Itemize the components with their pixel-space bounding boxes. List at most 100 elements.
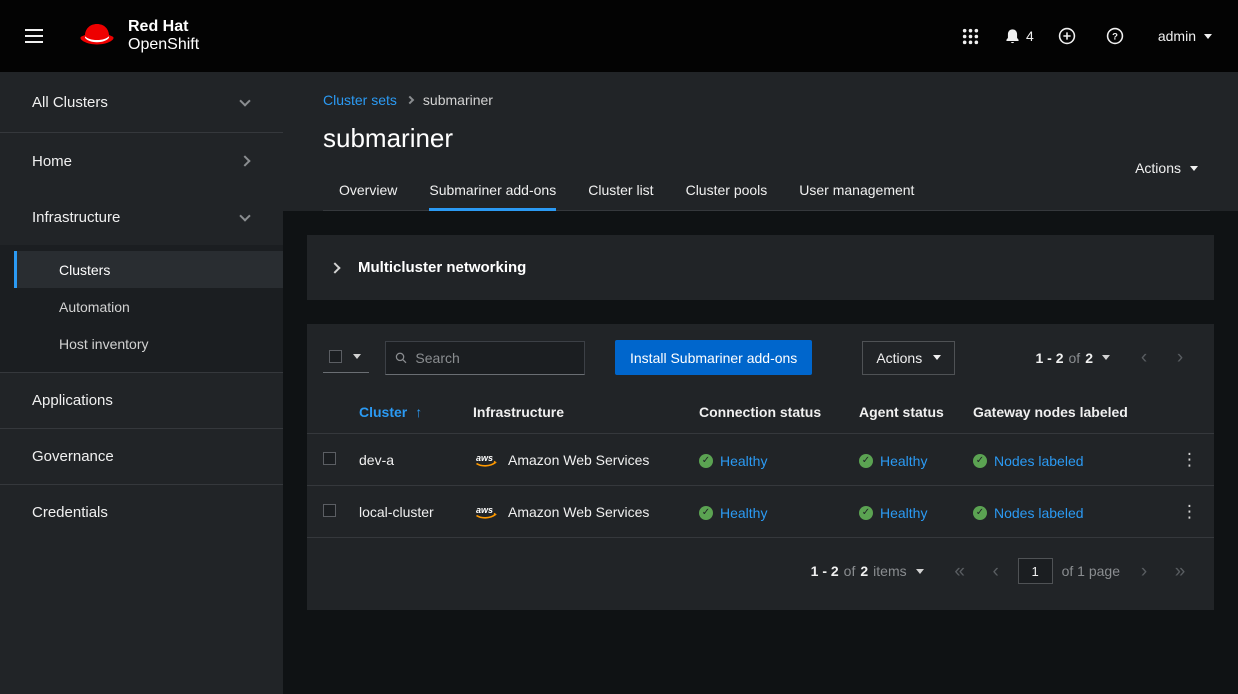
svg-text:?: ? [1112, 32, 1118, 43]
infrastructure-subnav: Clusters Automation Host inventory [0, 245, 283, 372]
create-button[interactable] [1048, 16, 1086, 56]
row-checkbox[interactable] [323, 504, 336, 517]
tab-submariner-add-ons[interactable]: Submariner add-ons [413, 171, 572, 210]
breadcrumb-cluster-sets-link[interactable]: Cluster sets [323, 92, 397, 108]
caret-down-icon [916, 569, 924, 574]
table-actions-dropdown[interactable]: Actions [862, 341, 955, 375]
table-header-row: Cluster ↑ Infrastructure Connection stat… [307, 391, 1214, 434]
breadcrumb-current: submariner [423, 92, 493, 108]
app-launcher-button[interactable] [952, 16, 990, 56]
page-actions-dropdown[interactable]: Actions [1135, 160, 1198, 176]
user-name: admin [1158, 28, 1196, 44]
bulk-select-checkbox[interactable] [329, 350, 342, 363]
chevron-down-icon [239, 210, 250, 221]
caret-down-icon [1204, 34, 1212, 39]
sidebar: All Clusters Home Infrastructure Cluster… [0, 72, 283, 694]
previous-page-button[interactable]: ‹ [1126, 341, 1162, 375]
agent-status[interactable]: ✓ Healthy [859, 505, 927, 521]
tab-cluster-list[interactable]: Cluster list [572, 171, 669, 210]
search-box [385, 341, 585, 375]
first-page-button[interactable]: « [942, 554, 978, 588]
breadcrumb-separator-icon [406, 96, 414, 104]
current-page-input[interactable] [1018, 558, 1053, 584]
plus-circle-icon [1058, 27, 1076, 45]
caret-down-icon [1102, 355, 1110, 360]
sidebar-item-clusters[interactable]: Clusters [14, 251, 283, 288]
help-button[interactable]: ? [1096, 16, 1134, 56]
tab-cluster-pools[interactable]: Cluster pools [670, 171, 784, 210]
header-actions-cell [1165, 391, 1214, 434]
brand-name: Red Hat [128, 18, 199, 36]
connection-status[interactable]: ✓ Healthy [699, 453, 767, 469]
row-checkbox[interactable] [323, 452, 336, 465]
page-count-label: of 1 page [1062, 563, 1120, 579]
check-circle-icon: ✓ [699, 506, 713, 520]
connection-status[interactable]: ✓ Healthy [699, 505, 767, 521]
check-circle-icon: ✓ [973, 454, 987, 468]
perspective-label: All Clusters [32, 94, 108, 111]
agent-status[interactable]: ✓ Healthy [859, 453, 927, 469]
pagination-options-toggle[interactable]: 1 - 2 of 2 [1036, 350, 1111, 366]
previous-page-button[interactable]: ‹ [978, 554, 1014, 588]
pagination-total: 2 [1085, 350, 1093, 366]
check-circle-icon: ✓ [699, 454, 713, 468]
check-circle-icon: ✓ [859, 506, 873, 520]
sidebar-item-infrastructure[interactable]: Infrastructure [0, 189, 283, 245]
svg-text:aws: aws [476, 453, 493, 463]
table-row: local-cluster aws Amazon Web Services [307, 486, 1214, 538]
search-icon [395, 351, 407, 365]
submariner-addons-table-card: Install Submariner add-ons Actions 1 - 2… [307, 324, 1214, 610]
notifications-button[interactable]: 4 [1000, 16, 1038, 56]
sidebar-item-automation[interactable]: Automation [14, 288, 283, 325]
sidebar-item-governance[interactable]: Governance [0, 428, 283, 484]
pagination-total: 2 [860, 563, 868, 579]
pagination-options-toggle[interactable]: 1 - 2 of 2 items [811, 563, 924, 579]
multicluster-networking-expandable[interactable]: Multicluster networking [307, 235, 1214, 300]
tab-user-management[interactable]: User management [783, 171, 930, 210]
gateway-nodes-status[interactable]: ✓ Nodes labeled [973, 453, 1084, 469]
column-header-agent-status: Agent status [851, 391, 965, 434]
clusters-table: Cluster ↑ Infrastructure Connection stat… [307, 391, 1214, 538]
sort-ascending-icon: ↑ [415, 404, 422, 420]
column-header-cluster: Cluster ↑ [351, 391, 465, 434]
breadcrumb: Cluster sets submariner [323, 92, 1210, 108]
column-header-infrastructure: Infrastructure [465, 391, 691, 434]
search-input[interactable] [415, 350, 575, 366]
perspective-switcher[interactable]: All Clusters [0, 72, 283, 133]
table-toolbar: Install Submariner add-ons Actions 1 - 2… [307, 324, 1214, 391]
page-header: Cluster sets submariner submariner Actio… [283, 72, 1238, 211]
infrastructure-cell: aws Amazon Web Services [473, 503, 683, 521]
chevron-right-icon [239, 155, 250, 166]
row-kebab-menu[interactable]: ⋮ [1173, 501, 1206, 522]
sort-by-cluster-button[interactable]: Cluster ↑ [359, 404, 422, 420]
sidebar-item-credentials[interactable]: Credentials [0, 484, 283, 540]
gateway-nodes-status[interactable]: ✓ Nodes labeled [973, 505, 1084, 521]
next-page-button[interactable]: › [1162, 341, 1198, 375]
next-page-button[interactable]: › [1126, 554, 1162, 588]
nav-toggle-button[interactable] [14, 16, 54, 56]
page-title: submariner [323, 123, 1210, 154]
main-content: Cluster sets submariner submariner Actio… [283, 72, 1238, 694]
aws-icon: aws [473, 451, 500, 469]
question-circle-icon: ? [1106, 27, 1124, 45]
tab-bar: Overview Submariner add-ons Cluster list… [323, 171, 1210, 211]
table-row: dev-a aws Amazon Web Services [307, 434, 1214, 486]
infrastructure-cell: aws Amazon Web Services [473, 451, 683, 469]
pagination-range: 1 - 2 [1036, 350, 1064, 366]
caret-down-icon [353, 354, 361, 359]
row-kebab-menu[interactable]: ⋮ [1173, 449, 1206, 470]
sidebar-item-home[interactable]: Home [0, 133, 283, 189]
aws-icon: aws [473, 503, 500, 521]
cluster-name-cell: dev-a [351, 434, 465, 486]
page-content: Multicluster networking [283, 211, 1238, 694]
install-submariner-button[interactable]: Install Submariner add-ons [615, 340, 812, 375]
hamburger-icon [25, 29, 43, 31]
user-menu[interactable]: admin [1158, 16, 1212, 56]
sidebar-item-applications[interactable]: Applications [0, 372, 283, 428]
masthead: Red Hat OpenShift 4 [0, 0, 1238, 72]
notification-count-badge: 4 [1026, 28, 1034, 44]
tab-overview[interactable]: Overview [323, 171, 413, 210]
bulk-select-dropdown[interactable] [323, 343, 369, 373]
last-page-button[interactable]: » [1162, 554, 1198, 588]
sidebar-item-host-inventory[interactable]: Host inventory [14, 325, 283, 362]
